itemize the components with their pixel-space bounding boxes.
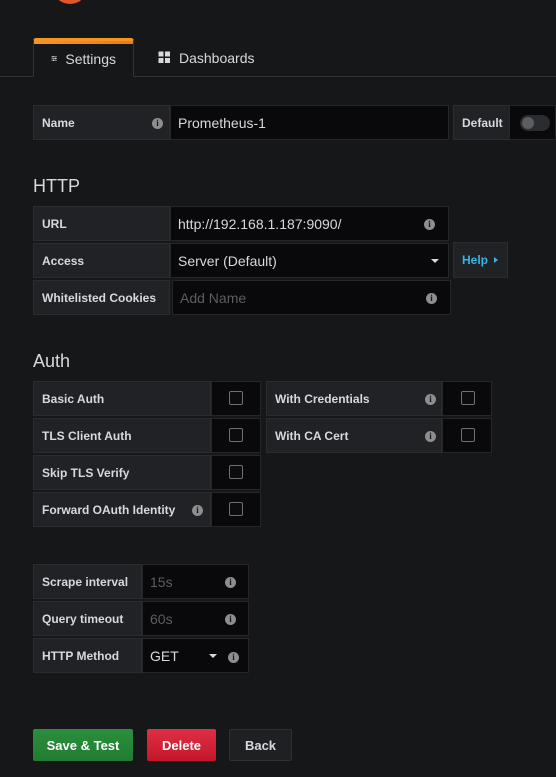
access-label-box: Access [33,243,170,278]
basic-auth-cell [211,381,261,416]
basic-auth-label: Basic Auth [42,391,105,406]
forward-oauth-checkbox[interactable] [229,502,243,516]
cookies-input[interactable]: Add Name i [172,280,451,315]
name-label: Name [42,115,75,130]
chevron-down-icon [431,259,439,263]
forward-oauth-label-box: Forward OAuth Identity i [33,492,211,527]
grafana-logo-icon [52,0,88,4]
with-ca-cert-label-box: With CA Cert i [266,418,442,453]
skip-tls-label: Skip TLS Verify [42,465,130,480]
skip-tls-cell [211,455,261,490]
skip-tls-label-box: Skip TLS Verify [33,455,211,490]
tls-client-auth-label-box: TLS Client Auth [33,418,211,453]
with-ca-cert-cell [442,418,492,453]
back-button[interactable]: Back [229,729,292,761]
delete-button[interactable]: Delete [147,729,216,761]
with-credentials-cell [442,381,492,416]
info-icon[interactable]: i [152,118,163,129]
query-timeout-label: Query timeout [42,611,124,626]
http-method-label-box: HTTP Method [33,638,142,673]
tls-client-auth-checkbox[interactable] [229,428,243,442]
tls-client-auth-cell [211,418,261,453]
scrape-interval-placeholder: 15s [150,573,173,590]
skip-tls-checkbox[interactable] [229,465,243,479]
info-icon[interactable]: i [425,394,436,405]
info-icon[interactable]: i [426,293,437,304]
http-method-value: GET [150,647,179,664]
with-ca-cert-checkbox[interactable] [461,428,475,442]
name-input-value: Prometheus-1 [178,114,266,131]
basic-auth-checkbox[interactable] [229,391,243,405]
info-icon[interactable]: i [225,577,236,588]
header-subtitle-fragment [116,0,126,2]
forward-oauth-cell [211,492,261,527]
url-input-value: http://192.168.1.187:9090/ [178,215,342,232]
access-select-value: Server (Default) [178,252,277,269]
with-ca-cert-label: With CA Cert [275,428,349,443]
cookies-label-box: Whitelisted Cookies [33,280,170,315]
with-credentials-label: With Credentials [275,391,370,406]
access-label: Access [42,253,85,268]
name-label-box: Name i [33,105,170,140]
save-test-button[interactable]: Save & Test [33,729,133,761]
scrape-interval-label: Scrape interval [42,574,129,589]
info-icon[interactable]: i [225,614,236,625]
tab-dashboards-label: Dashboards [179,49,255,66]
query-timeout-placeholder: 60s [150,610,173,627]
url-input[interactable]: http://192.168.1.187:9090/ i [170,206,449,241]
help-button[interactable]: Help [453,242,508,278]
default-label-box: Default [453,105,510,140]
query-timeout-input[interactable]: 60s i [142,601,249,636]
cookies-label: Whitelisted Cookies [42,290,157,305]
scrape-interval-input[interactable]: 15s i [142,564,249,599]
default-toggle[interactable] [520,115,550,131]
with-credentials-label-box: With Credentials i [266,381,442,416]
auth-section-title: Auth [33,351,71,371]
tls-client-auth-label: TLS Client Auth [42,428,132,443]
query-timeout-label-box: Query timeout [33,601,142,636]
forward-oauth-label: Forward OAuth Identity [42,502,176,517]
info-icon[interactable]: i [425,431,436,442]
http-method-label: HTTP Method [42,648,120,663]
default-label: Default [462,115,503,130]
url-label-box: URL [33,206,170,241]
cookies-placeholder: Add Name [180,289,247,306]
default-toggle-cell [509,105,556,140]
tab-dashboards[interactable]: Dashboards [141,38,272,77]
info-icon[interactable]: i [192,505,203,516]
toggle-knob [522,117,534,129]
info-icon[interactable]: i [228,652,239,663]
with-credentials-checkbox[interactable] [461,391,475,405]
tab-settings-label: Settings [65,50,116,67]
chevron-down-icon [209,654,217,658]
info-icon[interactable]: i [424,219,435,230]
scrape-interval-label-box: Scrape interval [33,564,142,599]
http-method-select[interactable]: GET i [142,638,249,673]
help-label: Help [462,253,489,267]
grid-icon [158,51,170,63]
http-section-title: HTTP [33,176,80,196]
caret-right-icon [494,257,499,263]
url-label: URL [42,216,67,231]
name-input[interactable]: Prometheus-1 [170,105,449,140]
basic-auth-label-box: Basic Auth [33,381,211,416]
sliders-icon [51,56,57,61]
tab-settings[interactable]: Settings [33,38,134,77]
access-select[interactable]: Server (Default) [170,243,449,278]
